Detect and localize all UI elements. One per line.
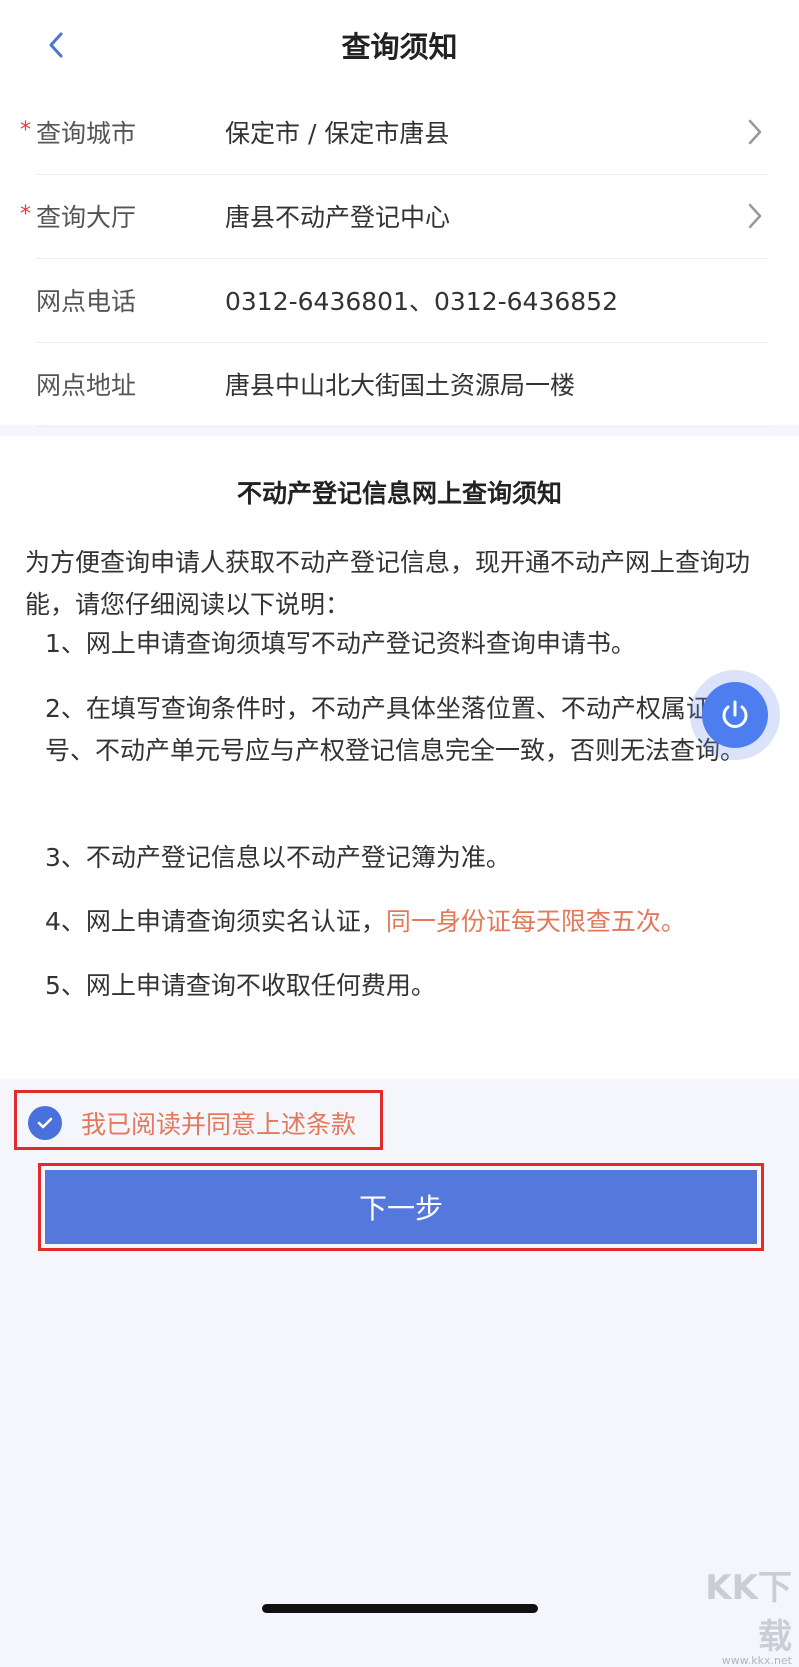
field-value-hall[interactable]: 唐县不动产登记中心 [225, 198, 450, 234]
power-icon [722, 700, 748, 728]
chevron-right-icon [748, 119, 762, 145]
watermark-brand: KK下载 [705, 1568, 792, 1657]
home-indicator [262, 1604, 538, 1613]
notice-title: 不动产登记信息网上查询须知 [236, 479, 562, 508]
form-row-address: 网点地址 唐县中山北大街国土资源局一楼 [36, 342, 769, 427]
watermark-logo: KK下载 www.kkx.net [682, 1560, 792, 1667]
notice-item-4-text: 4、网上申请查询须实名认证， [45, 907, 386, 936]
watermark-url: www.kkx.net [721, 1654, 792, 1667]
next-step-button[interactable]: 下一步 [45, 1170, 757, 1244]
agree-terms-checkbox[interactable]: 我已阅读并同意上述条款 [14, 1090, 383, 1150]
required-mark: * [20, 118, 31, 143]
power-button-inner [702, 682, 768, 748]
query-form: * 查询城市 保定市 / 保定市唐县 * 查询大厅 唐县不动产登记中心 网点电话… [0, 90, 799, 427]
field-label-address: 网点地址 [36, 371, 137, 400]
field-label-phone: 网点电话 [36, 287, 137, 316]
notice-item-4-highlight: 同一身份证每天限查五次。 [385, 907, 686, 936]
notice-item-4: 4、网上申请查询须实名认证，同一身份证每天限查五次。 [45, 901, 773, 943]
form-row-phone: 网点电话 0312-6436801、0312-6436852 [36, 258, 769, 343]
next-button-frame: 下一步 [38, 1163, 764, 1251]
top-bar: 查询须知 [0, 0, 799, 91]
required-mark: * [20, 202, 31, 227]
field-value-address: 唐县中山北大街国土资源局一楼 [225, 371, 576, 400]
field-label-hall: 查询大厅 [36, 203, 137, 232]
field-value-phone: 0312-6436801、0312-6436852 [225, 287, 618, 316]
notice-item-3: 3、不动产登记信息以不动产登记簿为准。 [45, 843, 511, 872]
chevron-right-icon [748, 203, 762, 229]
notice-item-2: 2、在填写查询条件时，不动产具体坐落位置、不动产权属证书号、不动产单元号应与产权… [45, 694, 746, 765]
notice-item-1: 1、网上申请查询须填写不动产登记资料查询申请书。 [45, 629, 636, 658]
floating-power-button[interactable] [690, 670, 780, 760]
field-label-city: 查询城市 [36, 119, 137, 148]
page-title: 查询须知 [341, 30, 458, 64]
field-value-city[interactable]: 保定市 / 保定市唐县 [225, 114, 449, 150]
checkmark-icon [28, 1106, 62, 1140]
agree-label: 我已阅读并同意上述条款 [81, 1110, 357, 1139]
notice-item-5: 5、网上申请查询不收取任何费用。 [45, 971, 436, 1000]
notice-intro: 为方便查询申请人获取不动产登记信息，现开通不动产网上查询功能，请您仔细阅读以下说… [25, 548, 751, 619]
form-row-city[interactable]: * 查询城市 保定市 / 保定市唐县 [20, 90, 769, 175]
form-row-hall[interactable]: * 查询大厅 唐县不动产登记中心 [20, 174, 769, 259]
notice-panel: 不动产登记信息网上查询须知 为方便查询申请人获取不动产登记信息，现开通不动产网上… [0, 436, 799, 1079]
